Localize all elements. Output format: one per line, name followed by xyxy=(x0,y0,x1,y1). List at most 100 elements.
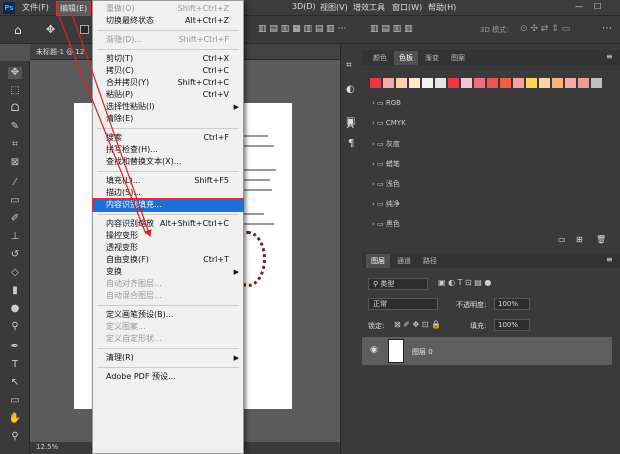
auto-select-checkbox[interactable] xyxy=(80,25,89,34)
edit-menu-item[interactable]: 清理(R) ▶ xyxy=(93,352,243,364)
menu-help[interactable]: 帮助(H) xyxy=(428,2,456,13)
visibility-eye-icon[interactable]: ◉ xyxy=(370,345,378,355)
panel-icon-1[interactable]: ⌗ xyxy=(346,60,352,71)
edit-menu-item[interactable]: 透视变形 xyxy=(93,242,243,254)
3d-mode-icons[interactable]: ⊙ ✣ ⇄ ⇕ ▭ xyxy=(520,24,570,34)
swatch-group-row[interactable]: › ▭ 灰度 xyxy=(372,139,400,149)
edit-menu-item[interactable]: 拷贝(C) Ctrl+C xyxy=(93,65,243,77)
swatch-group-row[interactable]: › ▭ 黑色 xyxy=(372,219,400,229)
tab-channels[interactable]: 通道 xyxy=(392,254,416,268)
eyedropper-icon[interactable]: ⁄ xyxy=(8,177,22,189)
layer-name[interactable]: 图层 0 xyxy=(412,347,433,357)
edit-menu-item[interactable]: 描边(S)... xyxy=(93,187,243,199)
edit-menu-item[interactable]: 搜索 Ctrl+F xyxy=(93,132,243,144)
edit-menu-item[interactable]: 自由变换(F) Ctrl+T xyxy=(93,254,243,266)
color-swatch[interactable] xyxy=(591,78,602,88)
stamp-tool-icon[interactable]: ⊥ xyxy=(8,231,22,243)
edit-menu-item[interactable]: 合并拷贝(Y) Shift+Ctrl+C xyxy=(93,77,243,89)
edit-menu-item[interactable]: 自动混合图层... xyxy=(93,290,243,302)
edit-menu-item[interactable]: 查找和替换文本(X)... xyxy=(93,156,243,168)
swatch-group-row[interactable]: › ▭ 浅色 xyxy=(372,179,400,189)
swatch-group-row[interactable]: › ▭ 蜡笔 xyxy=(372,159,400,169)
edit-menu-item[interactable]: 填充(L)... Shift+F5 xyxy=(93,175,243,187)
type-tool-icon[interactable]: T xyxy=(8,359,22,371)
edit-menu-item[interactable]: 定义画笔预设(B)... xyxy=(93,309,243,321)
edit-menu-item[interactable]: Adobe PDF 预设... xyxy=(93,371,243,383)
edit-menu-item[interactable]: 定义图案... xyxy=(93,321,243,333)
gradient-tool-icon[interactable]: ▮ xyxy=(8,285,22,297)
edit-menu-item[interactable]: 内容识别填充... xyxy=(92,198,244,212)
paragraph-panel-icon[interactable]: ¶ xyxy=(348,138,354,149)
history-brush-icon[interactable]: ↺ xyxy=(8,249,22,261)
align-icons[interactable]: ▥ ▤ ▥ ▦ ▥ ▤ ▥ ⋯ xyxy=(258,24,347,34)
color-swatch[interactable] xyxy=(383,78,394,88)
color-swatch[interactable] xyxy=(513,78,524,88)
minimize-icon[interactable]: — xyxy=(575,2,583,11)
edit-menu-item[interactable]: 重做(O) Shift+Ctrl+Z xyxy=(93,3,243,15)
opacity-field[interactable]: 100% xyxy=(494,298,530,310)
swatch-group-row[interactable]: › ▭ CMYK xyxy=(372,119,406,127)
edit-menu-item[interactable]: 操控变形 xyxy=(93,230,243,242)
home-icon[interactable]: ⌂ xyxy=(14,23,22,37)
menu-3d[interactable]: 3D(D) xyxy=(292,2,316,11)
edit-menu-item[interactable]: 选择性粘贴(I) ▶ xyxy=(93,101,243,113)
edit-menu-item[interactable]: 拼写检查(H)... xyxy=(93,144,243,156)
edit-menu-item[interactable]: 清除(E) xyxy=(93,113,243,125)
filter-icons[interactable]: ▣ ◐ T ⊡ ▤ ● xyxy=(438,278,491,287)
new-swatch-icon[interactable]: ⊞ xyxy=(576,235,583,244)
layer-filter-select[interactable]: ⚲ 类型 xyxy=(368,278,428,290)
tab-paths[interactable]: 路径 xyxy=(418,254,442,268)
rectangle-tool-icon[interactable]: ▭ xyxy=(8,395,22,407)
edit-menu-item[interactable]: 切换最终状态 Alt+Ctrl+Z xyxy=(93,15,243,27)
marquee-tool-icon[interactable]: ⬚ xyxy=(8,85,22,97)
color-swatch[interactable] xyxy=(539,78,550,88)
color-swatch[interactable] xyxy=(526,78,537,88)
menu-edit[interactable]: 编辑(E) xyxy=(56,1,92,16)
dodge-tool-icon[interactable]: ⚲ xyxy=(8,321,22,333)
lock-icons[interactable]: ⊠ ✐ ✥ ⊡ 🔒 xyxy=(394,320,441,329)
color-swatch[interactable] xyxy=(370,78,381,88)
panel-menu-icon[interactable]: ≡ xyxy=(606,255,613,264)
layer-row[interactable]: ◉ 图层 0 xyxy=(362,337,612,365)
healing-brush-icon[interactable]: ▭ xyxy=(8,195,22,207)
tab-layers[interactable]: 图层 xyxy=(366,254,390,268)
panel-menu-icon[interactable]: ≡ xyxy=(606,52,613,61)
tab-pattern[interactable]: 图案 xyxy=(446,51,470,65)
color-swatch[interactable] xyxy=(422,78,433,88)
eraser-tool-icon[interactable]: ◇ xyxy=(8,267,22,279)
delete-swatch-icon[interactable]: 🗑 xyxy=(596,235,606,244)
tab-color[interactable]: 颜色 xyxy=(368,51,392,65)
edit-menu-item[interactable]: 剪切(T) Ctrl+X xyxy=(93,53,243,65)
edit-menu-item[interactable]: 变换 ▶ xyxy=(93,266,243,278)
color-swatch[interactable] xyxy=(396,78,407,88)
blend-mode-select[interactable]: 正常 xyxy=(368,298,438,310)
fill-field[interactable]: 100% xyxy=(494,319,530,331)
quick-select-icon[interactable]: ✎ xyxy=(8,121,22,133)
brush-tool-icon[interactable]: ✐ xyxy=(8,213,22,225)
dots-icon[interactable]: ⋯ xyxy=(602,23,612,34)
character-panel-icon[interactable]: A xyxy=(347,120,354,131)
hand-tool-icon[interactable]: ✋ xyxy=(8,413,22,425)
move-tool-icon[interactable]: ✥ xyxy=(8,67,22,79)
color-swatch[interactable] xyxy=(409,78,420,88)
color-swatch[interactable] xyxy=(552,78,563,88)
menu-view[interactable]: 视图(V) xyxy=(320,2,348,13)
color-swatch[interactable] xyxy=(487,78,498,88)
color-swatch[interactable] xyxy=(461,78,472,88)
swatch-group-row[interactable]: › ▭ 纯净 xyxy=(372,199,400,209)
blur-tool-icon[interactable]: ● xyxy=(8,303,22,315)
edit-menu-item[interactable]: 自动对齐图层... xyxy=(93,278,243,290)
pen-tool-icon[interactable]: ✒ xyxy=(8,341,22,353)
move-tool-icon[interactable]: ✥ xyxy=(46,23,55,36)
distribute-icons[interactable]: ▥ ▤ ▥ ▥ xyxy=(370,24,413,34)
color-swatch[interactable] xyxy=(500,78,511,88)
edit-menu-item[interactable]: 定义自定形状... xyxy=(93,333,243,345)
panel-icon-2[interactable]: ◐ xyxy=(346,84,355,95)
color-swatch[interactable] xyxy=(578,78,589,88)
tab-swatches[interactable]: 色板 xyxy=(394,51,418,65)
crop-tool-icon[interactable]: ⌗ xyxy=(8,139,22,151)
frame-tool-icon[interactable]: ⊠ xyxy=(8,157,22,169)
menu-plugins[interactable]: 增效工具 xyxy=(353,2,385,13)
path-select-icon[interactable]: ↖ xyxy=(8,377,22,389)
tab-gradient[interactable]: 渐变 xyxy=(420,51,444,65)
